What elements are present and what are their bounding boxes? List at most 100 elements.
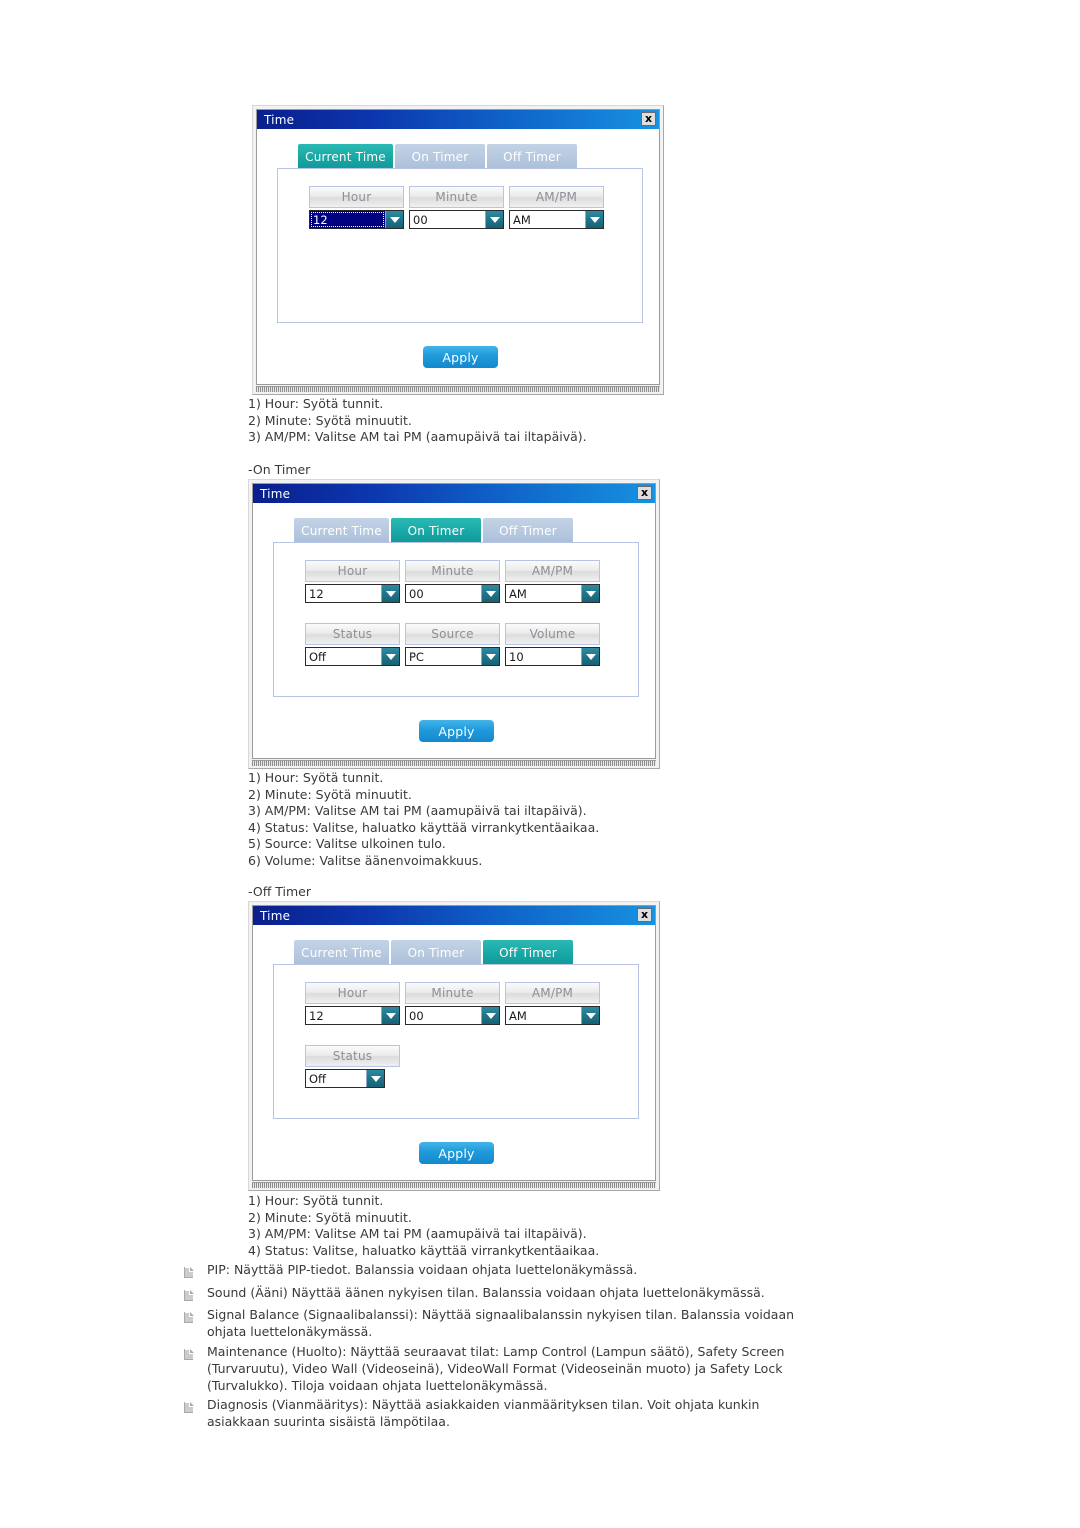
time-dialog-on-timer[interactable]: Time x Current Time On Timer Off Timer H… xyxy=(248,479,660,769)
status-value: Off xyxy=(309,1071,326,1086)
list-item: Diagnosis (Vianmääritys): Näyttää asiakk… xyxy=(183,1396,883,1430)
field-label-ampm: AM/PM xyxy=(505,982,600,1004)
close-icon[interactable]: x xyxy=(637,486,652,500)
tab-on-timer[interactable]: On Timer xyxy=(391,518,481,543)
chevron-down-icon[interactable] xyxy=(581,585,599,602)
field-minute: Minute 00 xyxy=(409,186,504,229)
tab-off-timer[interactable]: Off Timer xyxy=(487,144,577,169)
field-ampm: AM/PM AM xyxy=(505,560,600,603)
dialog-titlebar[interactable]: Time x xyxy=(253,484,655,503)
chevron-down-icon[interactable] xyxy=(481,648,499,665)
dialog-title: Time xyxy=(264,112,295,127)
ampm-dropdown[interactable]: AM xyxy=(505,1006,600,1025)
apply-button-label: Apply xyxy=(438,1145,475,1161)
tab-on-timer[interactable]: On Timer xyxy=(395,144,485,169)
chevron-down-icon[interactable] xyxy=(485,211,503,228)
page-corner-bullet-icon xyxy=(183,1264,195,1283)
settings-panel: Hour 12 Minute 00 AM/PM AM xyxy=(277,168,643,323)
hour-dropdown[interactable]: 12 xyxy=(305,1006,400,1025)
minute-dropdown[interactable]: 00 xyxy=(405,584,500,603)
dialog-statusbar xyxy=(252,760,656,766)
minute-dropdown[interactable]: 00 xyxy=(409,210,504,229)
tab-current-time[interactable]: Current Time xyxy=(294,940,389,965)
time-dialog-current-time[interactable]: Time x Current Time On Timer Off Timer H… xyxy=(252,105,664,395)
source-dropdown[interactable]: PC xyxy=(405,647,500,666)
dialog-title: Time xyxy=(260,486,291,501)
note-line: 1) Hour: Syötä tunnit. xyxy=(248,396,384,411)
tab-label: Current Time xyxy=(301,945,382,960)
field-label-hour: Hour xyxy=(305,560,400,582)
list-item-text: Sound (Ääni) Näyttää äänen nykyisen tila… xyxy=(207,1285,765,1300)
time-dialog-off-timer[interactable]: Time x Current Time On Timer Off Timer H… xyxy=(248,901,660,1191)
chevron-down-icon[interactable] xyxy=(585,211,603,228)
tab-current-time[interactable]: Current Time xyxy=(298,144,393,169)
chevron-down-icon[interactable] xyxy=(381,648,399,665)
tab-label: On Timer xyxy=(411,149,469,164)
tabstrip[interactable]: Current Time On Timer Off Timer xyxy=(298,144,579,169)
close-icon[interactable]: x xyxy=(641,112,656,126)
chevron-down-icon[interactable] xyxy=(366,1070,384,1087)
field-label-volume: Volume xyxy=(505,623,600,645)
hour-value: 12 xyxy=(310,211,385,228)
page-corner-bullet-icon xyxy=(183,1309,195,1328)
minute-dropdown[interactable]: 00 xyxy=(405,1006,500,1025)
tab-off-timer[interactable]: Off Timer xyxy=(483,940,573,965)
status-dropdown[interactable]: Off xyxy=(305,647,400,666)
field-label-status: Status xyxy=(305,623,400,645)
dialog-statusbar xyxy=(256,386,660,392)
chevron-down-icon[interactable] xyxy=(481,585,499,602)
field-label-ampm: AM/PM xyxy=(509,186,604,208)
note-line: 4) Status: Valitse, haluatko käyttää vir… xyxy=(248,819,600,835)
tab-label: Off Timer xyxy=(499,945,557,960)
tab-off-timer[interactable]: Off Timer xyxy=(483,518,573,543)
hour-dropdown[interactable]: 12 xyxy=(305,584,400,603)
tab-label: On Timer xyxy=(407,523,465,538)
ampm-dropdown[interactable]: AM xyxy=(509,210,604,229)
tabstrip[interactable]: Current Time On Timer Off Timer xyxy=(294,518,575,543)
field-ampm: AM/PM AM xyxy=(505,982,600,1025)
field-minute: Minute 00 xyxy=(405,982,500,1025)
ampm-value: AM xyxy=(509,586,527,601)
list-item: Sound (Ääni) Näyttää äänen nykyisen tila… xyxy=(183,1284,873,1306)
field-status: Status Off xyxy=(305,1045,400,1088)
chevron-down-icon[interactable] xyxy=(385,211,403,228)
ampm-dropdown[interactable]: AM xyxy=(505,584,600,603)
tabstrip[interactable]: Current Time On Timer Off Timer xyxy=(294,940,575,965)
note-line: 6) Volume: Valitse äänenvoimakkuus. xyxy=(248,852,483,868)
note-line: 5) Source: Valitse ulkoinen tulo. xyxy=(248,836,446,851)
field-label-minute: Minute xyxy=(409,186,504,208)
hour-dropdown[interactable]: 12 xyxy=(309,210,404,229)
notes-off-timer: 1) Hour: Syötä tunnit. 2) Minute: Syötä … xyxy=(248,1193,599,1259)
field-hour: Hour 12 xyxy=(305,982,400,1025)
chevron-down-icon[interactable] xyxy=(381,1007,399,1024)
note-line: 4) Status: Valitse, haluatko käyttää vir… xyxy=(248,1242,600,1258)
volume-dropdown[interactable]: 10 xyxy=(505,647,600,666)
heading-on-timer: -On Timer xyxy=(248,462,311,477)
apply-button[interactable]: Apply xyxy=(419,720,494,742)
chevron-down-icon[interactable] xyxy=(381,585,399,602)
field-label-minute: Minute xyxy=(405,560,500,582)
status-dropdown[interactable]: Off xyxy=(305,1069,385,1088)
ampm-value: AM xyxy=(513,212,531,227)
source-value: PC xyxy=(409,649,424,664)
list-item-text: PIP: Näyttää PIP-tiedot. Balanssia voida… xyxy=(207,1262,638,1277)
minute-value: 00 xyxy=(409,1008,424,1023)
apply-button[interactable]: Apply xyxy=(423,346,498,368)
tab-on-timer[interactable]: On Timer xyxy=(391,940,481,965)
close-icon[interactable]: x xyxy=(637,908,652,922)
apply-button[interactable]: Apply xyxy=(419,1142,494,1164)
tab-current-time[interactable]: Current Time xyxy=(294,518,389,543)
field-volume: Volume 10 xyxy=(505,623,600,666)
chevron-down-icon[interactable] xyxy=(481,1007,499,1024)
chevron-down-icon[interactable] xyxy=(581,648,599,665)
dialog-titlebar[interactable]: Time x xyxy=(257,110,659,129)
note-line: 2) Minute: Syötä minuutit. xyxy=(248,786,412,802)
tab-label: Off Timer xyxy=(503,149,561,164)
list-item-text: Signal Balance (Signaalibalanssi): Näytt… xyxy=(207,1307,795,1339)
page-corner-bullet-icon xyxy=(183,1346,195,1365)
dialog-titlebar[interactable]: Time x xyxy=(253,906,655,925)
apply-button-label: Apply xyxy=(438,723,475,739)
note-line: 2) Minute: Syötä minuutit. xyxy=(248,1209,412,1225)
chevron-down-icon[interactable] xyxy=(581,1007,599,1024)
field-label-hour: Hour xyxy=(305,982,400,1004)
